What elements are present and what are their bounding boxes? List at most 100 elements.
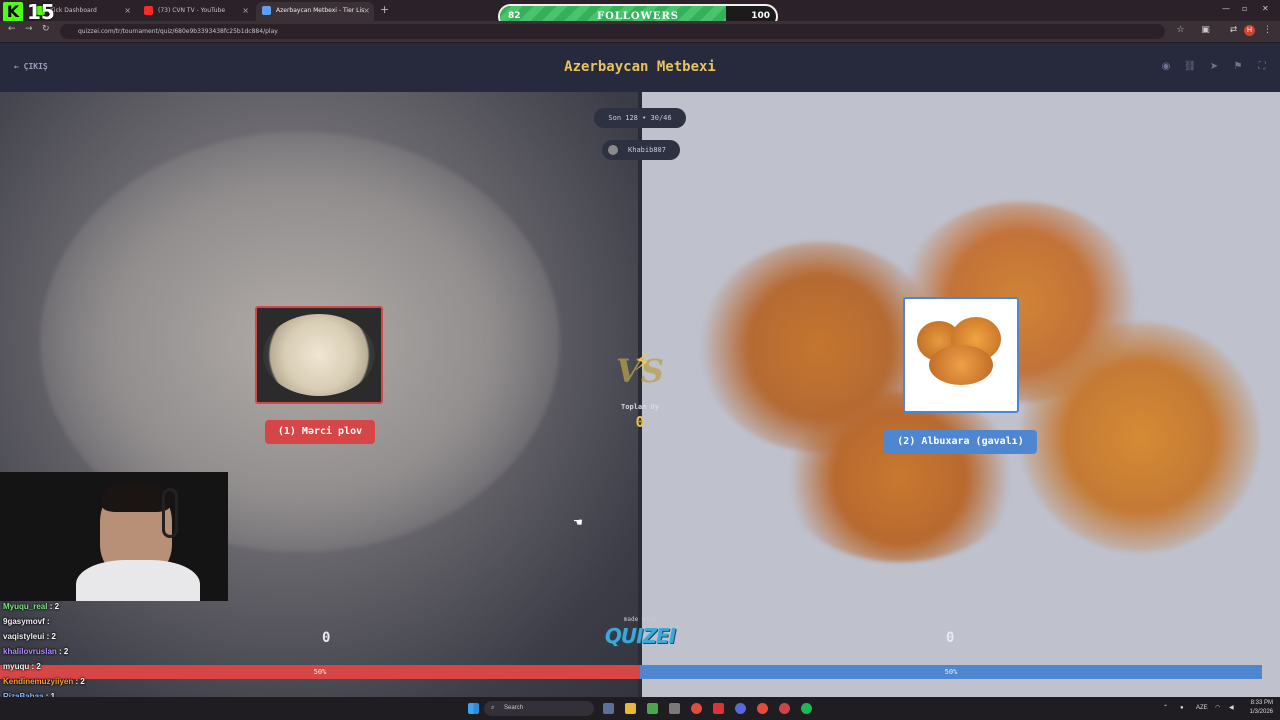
close-tab-icon[interactable]: × (124, 2, 131, 19)
chat-message: Myuqu_real : 2 (3, 601, 59, 613)
chat-message: vaqistyleui : 2 (3, 631, 56, 643)
send-icon[interactable]: ➤ (1207, 60, 1221, 74)
chat-username: 9gasymovf (3, 617, 45, 626)
tab-youtube[interactable]: (73) CVN TV - YouTube × (138, 2, 253, 21)
prune-backdrop-blob (780, 392, 1020, 562)
total-votes-value: 0 (635, 413, 645, 431)
minimize-icon[interactable]: — (1222, 4, 1230, 13)
chat-message: khalilovruslan : 2 (3, 646, 68, 658)
chrome-active-icon[interactable] (757, 703, 768, 714)
prune-image (929, 345, 993, 385)
volume-icon[interactable]: ◀ (1229, 704, 1234, 713)
lightning-icon: ⚡ (634, 348, 651, 376)
close-tab-icon[interactable]: × (363, 2, 370, 19)
kick-logo-icon: K (3, 2, 23, 22)
profile-avatar-icon[interactable]: H (1244, 25, 1255, 36)
tab-label: Azerbaycan Metbexi - Tier Lis (276, 7, 365, 14)
option-2-score: 0 (946, 630, 955, 646)
bookmark-star-icon[interactable]: ☆ (1175, 25, 1186, 36)
plov-image (263, 314, 375, 396)
microphone-icon[interactable]: ● (1180, 704, 1184, 713)
chat-username: Myuqu_real (3, 602, 48, 611)
chat-username: myuqu (3, 662, 30, 671)
option-1-card[interactable] (255, 306, 383, 404)
close-tab-icon[interactable]: × (242, 2, 249, 19)
clock-date: 1/3/2026 (1249, 709, 1273, 715)
forward-icon[interactable]: → (25, 24, 33, 34)
new-tab-icon[interactable]: + (380, 3, 389, 16)
url-text: quizzei.com/tr/tournament/quiz/680e9b339… (78, 28, 278, 35)
app-icon[interactable] (669, 703, 680, 714)
creator-badge[interactable]: Khabib807 (602, 140, 680, 160)
option-1-score: 0 (322, 630, 331, 646)
tray-chevron-icon[interactable]: ⌃ (1163, 704, 1168, 713)
close-window-icon[interactable]: ✕ (1262, 4, 1269, 13)
language-indicator[interactable]: AZE (1196, 704, 1208, 713)
option-1-button[interactable]: (1) Mərci plov (265, 420, 375, 444)
chat-message: myuqu : 2 (3, 661, 41, 673)
duel-arena: Son 128 • 30/46 Khabib807 (1) Mərci plov… (0, 92, 1280, 697)
mouse-cursor-icon: ☚ (573, 516, 583, 529)
back-icon[interactable]: ← (8, 24, 16, 34)
chat-text: : (47, 617, 50, 626)
chat-username: Kendinemuzyiiyen (3, 677, 74, 686)
app-icon[interactable] (713, 703, 724, 714)
option-2-vote-bar: 50% (640, 665, 1262, 679)
address-bar-row: ← → ↻ quizzei.com/tr/tournament/quiz/680… (0, 21, 1280, 42)
quiz-title: Azerbaycan Metbexi (564, 59, 716, 75)
tab-label: Kick Dashboard (50, 7, 97, 14)
headset-icon (162, 488, 178, 538)
flag-icon[interactable]: ⚑ (1231, 60, 1245, 74)
reload-icon[interactable]: ↻ (42, 24, 50, 34)
search-icon: ⌕ (491, 705, 495, 711)
webcam-overlay (0, 472, 228, 601)
windows-start-icon[interactable] (468, 703, 479, 714)
task-view-icon[interactable] (603, 703, 614, 714)
taskbar-search[interactable]: ⌕ Search (484, 701, 594, 716)
streamer-hair (102, 482, 170, 512)
streamer-hoodie (76, 560, 200, 601)
creator-name: Khabib807 (628, 146, 666, 154)
eye-icon[interactable]: ◉ (1159, 60, 1173, 74)
clock[interactable]: 8:33 PM 1/3/2026 (1243, 699, 1273, 717)
file-explorer-icon[interactable] (625, 703, 636, 714)
chat-username: khalilovruslan (3, 647, 57, 656)
extensions-icon[interactable]: ▣ (1200, 25, 1211, 36)
tab-label: (73) CVN TV - YouTube (158, 7, 226, 14)
chat-text: : 2 (75, 677, 85, 686)
youtube-favicon-icon (144, 6, 153, 15)
chat-message: Kendinemuzyiiyen : 2 (3, 676, 85, 688)
discord-icon[interactable] (735, 703, 746, 714)
spotify-icon[interactable] (801, 703, 812, 714)
quizzei-favicon-icon (262, 6, 271, 15)
fullscreen-icon[interactable]: ⛶ (1255, 60, 1269, 74)
total-votes-label: Toplam Oy (621, 403, 659, 411)
creator-avatar (608, 145, 618, 155)
option-1-vote-bar: 50% (0, 665, 640, 679)
chat-text: : 2 (31, 662, 41, 671)
chrome-icon[interactable] (691, 703, 702, 714)
windows-taskbar: ⌕ Search ⌃ ● AZE ◠ ◀ 8:33 PM 1/3/2026 (0, 697, 1280, 720)
round-indicator: Son 128 • 30/46 (594, 108, 686, 128)
chat-username: vaqistyleui (3, 632, 45, 641)
url-field[interactable]: quizzei.com/tr/tournament/quiz/680e9b339… (60, 24, 1165, 39)
maximize-icon[interactable]: ▫ (1242, 4, 1247, 13)
option-2-button[interactable]: (2) Albuxara (gavalı) (884, 430, 1037, 454)
extension-icon[interactable]: ⇄ (1228, 25, 1239, 36)
share-link-icon[interactable]: ⛓ (1183, 60, 1197, 74)
center-divider (638, 92, 642, 697)
tab-quizzei[interactable]: Azerbaycan Metbexi - Tier Lis × (256, 2, 374, 21)
option-2-card[interactable] (903, 297, 1019, 413)
obs-icon[interactable] (779, 703, 790, 714)
app-icon[interactable] (647, 703, 658, 714)
clock-time: 8:33 PM (1250, 700, 1273, 706)
wifi-icon[interactable]: ◠ (1215, 704, 1220, 713)
chat-text: : 2 (46, 632, 56, 641)
chat-text: : 2 (59, 647, 69, 656)
app-header: ← ÇIKIŞ Azerbaycan Metbexi ◉ ⛓ ➤ ⚑ ⛶ (0, 43, 1280, 92)
menu-icon[interactable]: ⋮ (1262, 25, 1273, 36)
prune-backdrop-blob (1020, 322, 1260, 552)
made-with-label: made with (623, 616, 657, 623)
quizzei-logo[interactable]: QUIZEI (600, 624, 680, 648)
search-placeholder: Search (504, 705, 524, 711)
